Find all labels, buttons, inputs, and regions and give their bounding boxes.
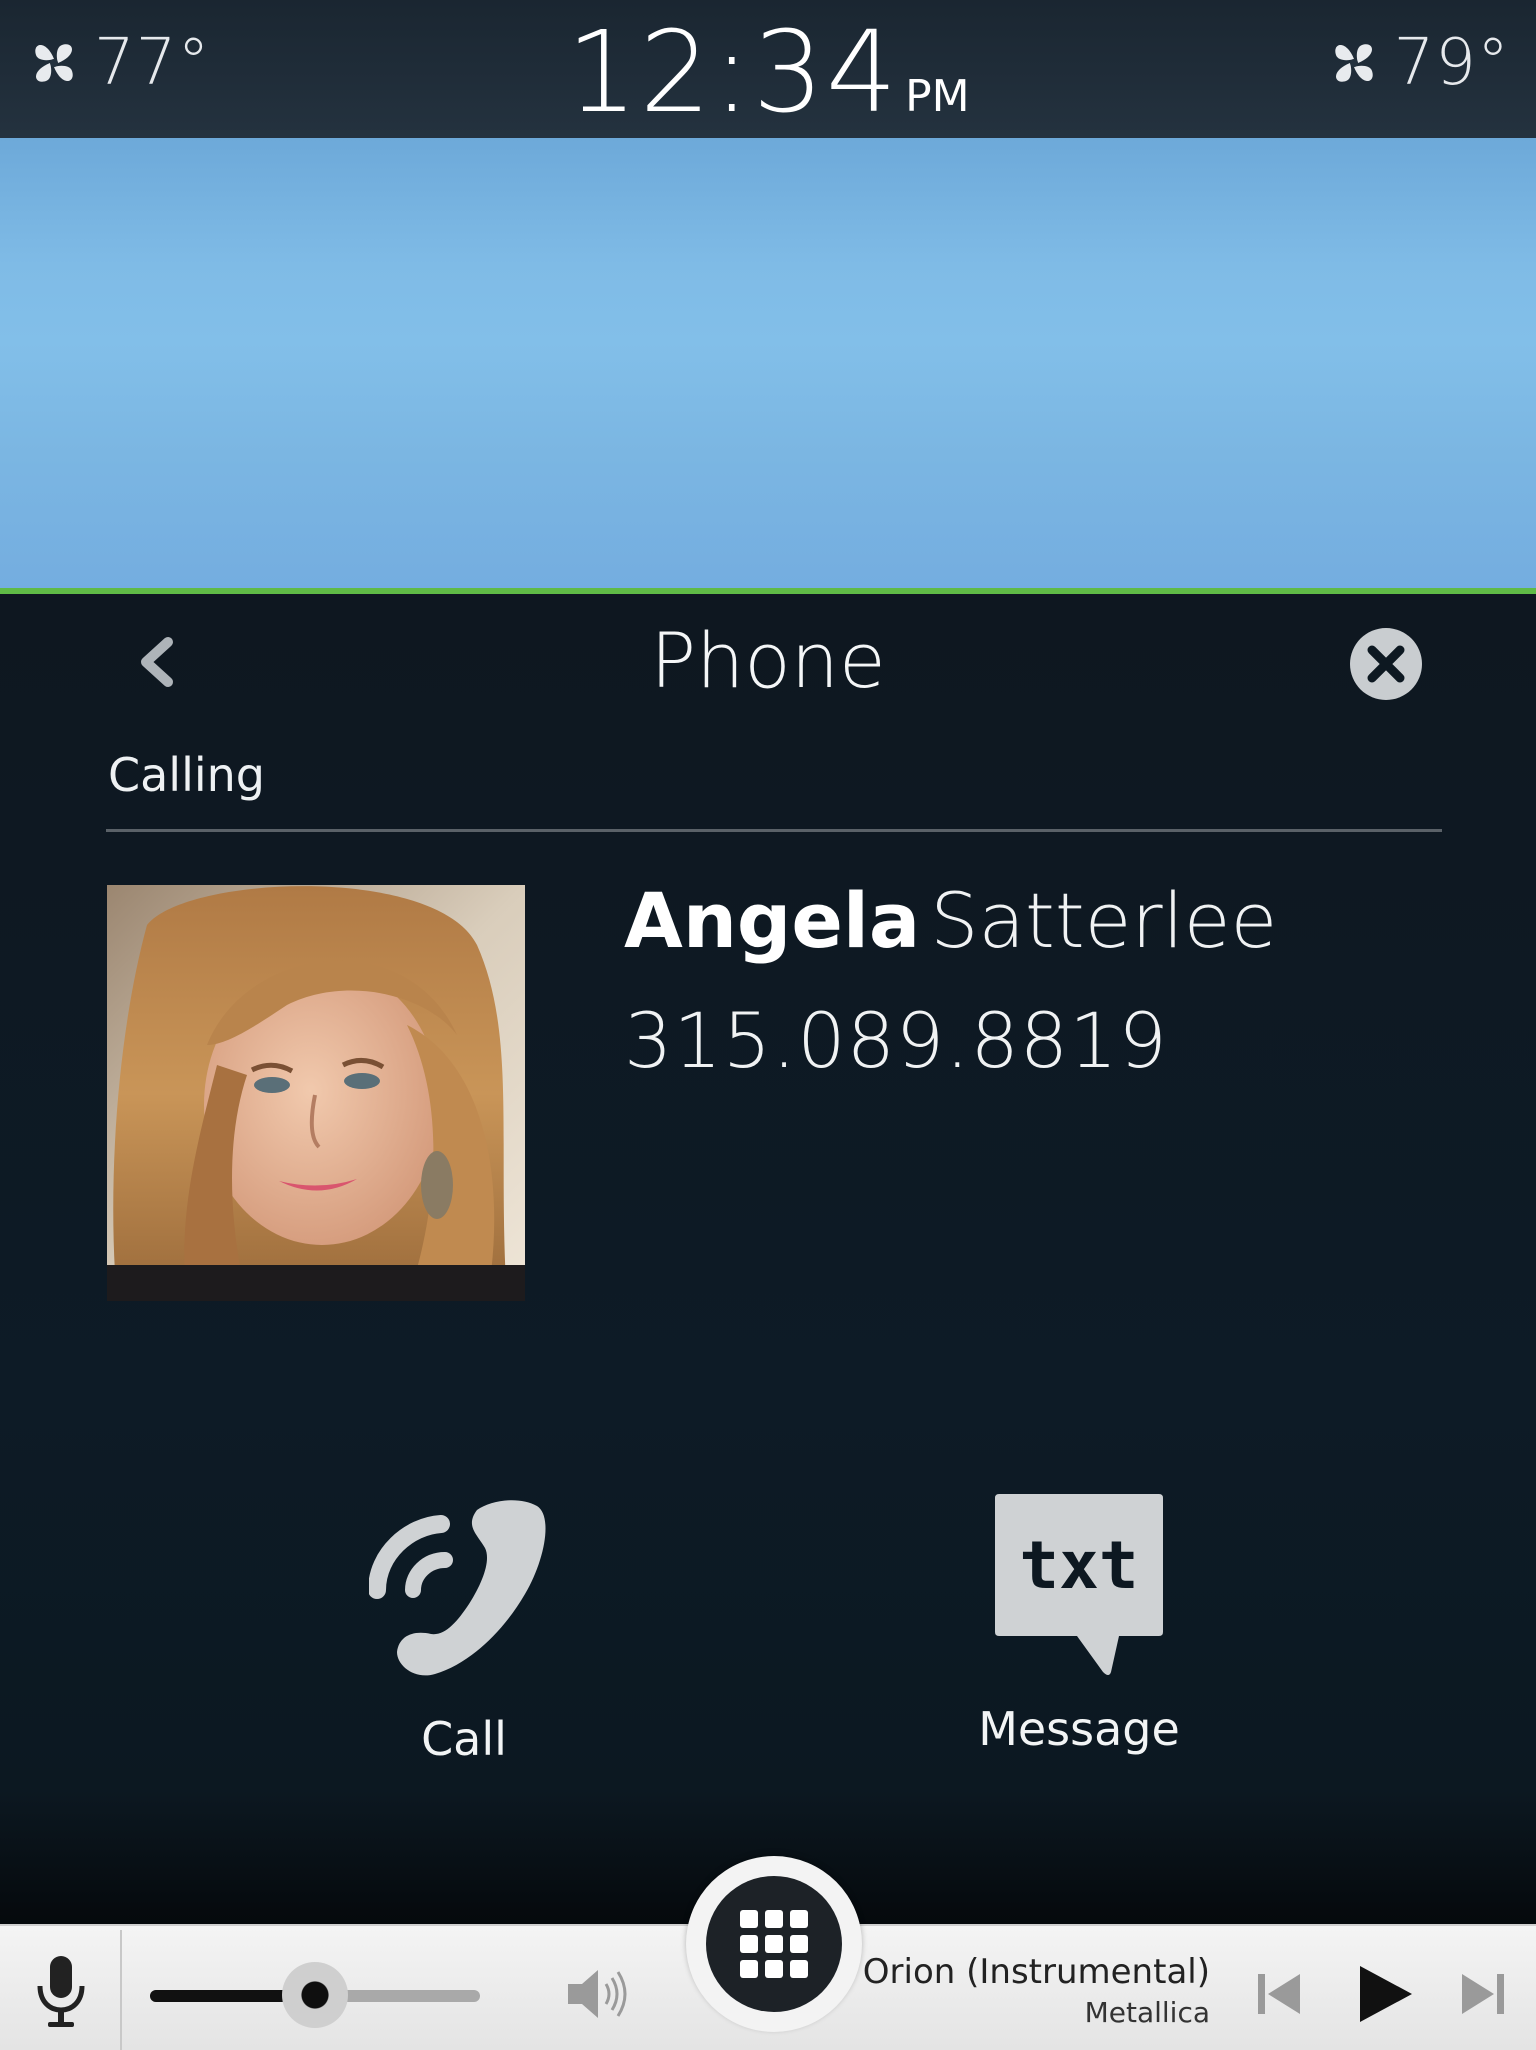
track-title: Orion (Instrumental): [862, 1952, 1210, 1992]
app-grid-button[interactable]: [706, 1876, 842, 2012]
call-button[interactable]: Call: [364, 1490, 564, 1766]
track-artist: Metallica: [1084, 1996, 1210, 2029]
fan-icon: [1334, 44, 1373, 82]
section-label: Calling: [108, 748, 266, 802]
play-icon[interactable]: [1354, 1962, 1416, 2026]
volume-icon[interactable]: [564, 1966, 630, 2022]
status-bar: 77° 12:34 PM 79°: [0, 0, 1536, 138]
svg-text:txt: txt: [1019, 1527, 1138, 1604]
clock-ampm: PM: [905, 71, 970, 122]
grid-icon: [740, 1910, 808, 1978]
call-label: Call: [421, 1712, 507, 1766]
contact-first-name: Angela: [624, 876, 921, 965]
contact-name: Angela Satterlee: [624, 876, 1277, 965]
avatar: [107, 885, 525, 1301]
contact-number: 315.089.8819: [624, 996, 1168, 1085]
home-tab: [686, 1856, 862, 2032]
clock-time: 12:34: [566, 8, 900, 138]
close-icon[interactable]: [1348, 626, 1424, 702]
separator: [120, 1930, 122, 2050]
slider-handle[interactable]: [282, 1962, 348, 2028]
microphone-icon[interactable]: [34, 1954, 88, 2030]
message-button[interactable]: txt Message: [954, 1490, 1204, 1756]
next-track-icon[interactable]: [1460, 1970, 1506, 2018]
climate-right[interactable]: 79°: [1324, 26, 1510, 100]
txt-message-icon: txt: [995, 1494, 1163, 1675]
temperature-right: 79°: [1393, 26, 1510, 100]
message-label: Message: [978, 1702, 1180, 1756]
divider: [106, 829, 1442, 832]
previous-track-icon[interactable]: [1256, 1970, 1302, 2018]
page-title: Phone: [650, 616, 886, 705]
clock: 12:34 PM: [0, 8, 1536, 138]
phone-call-icon: [369, 1500, 546, 1676]
background-area: [0, 138, 1536, 590]
contact-photo: [107, 885, 525, 1301]
volume-slider[interactable]: [150, 1962, 480, 2028]
contact-last-name: Satterlee: [930, 876, 1278, 965]
